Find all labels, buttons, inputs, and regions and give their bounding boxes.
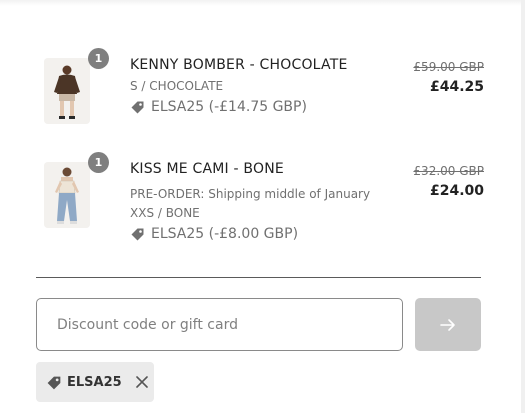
line-item: 1 KENNY BOMBER - CHOCOLATE S / CHOCOLATE…: [44, 48, 484, 128]
tag-icon: [131, 101, 144, 114]
price-block: £59.00 GBP £44.25: [413, 59, 484, 96]
line-item-info: KENNY BOMBER - CHOCOLATE S / CHOCOLATE E…: [130, 56, 380, 116]
quantity-badge: 1: [88, 152, 109, 173]
panel-edge: [521, 0, 525, 413]
item-discount-label: ELSA25 (-£14.75 GBP): [151, 99, 307, 115]
product-thumbnail: [44, 162, 90, 228]
product-title: KISS ME CAMI - BONE: [130, 161, 284, 177]
item-discount: ELSA25 (-£8.00 GBP): [130, 225, 380, 243]
applied-code-label: ELSA25: [67, 374, 122, 390]
arrow-right-icon: [440, 318, 455, 331]
original-price: £59.00 GBP: [413, 60, 484, 74]
applied-discount-chip: ELSA25: [36, 362, 154, 402]
price-block: £32.00 GBP £24.00: [413, 163, 484, 200]
item-discount-label: ELSA25 (-£8.00 GBP): [151, 226, 299, 242]
apply-discount-button[interactable]: [415, 298, 481, 351]
discount-code-input[interactable]: [36, 298, 403, 351]
line-item: 1 KISS ME CAMI - BONE PRE-ORDER: Shippin…: [44, 152, 484, 250]
product-title: KENNY BOMBER - CHOCOLATE: [130, 57, 348, 73]
tag-icon: [131, 228, 144, 241]
product-thumbnail: [44, 58, 90, 124]
product-photo-cami-icon: [44, 162, 90, 228]
close-icon[interactable]: [135, 375, 149, 389]
item-discount: ELSA25 (-£14.75 GBP): [130, 98, 380, 116]
section-divider: [36, 277, 481, 278]
product-variant: S / CHOCOLATE: [130, 79, 224, 93]
final-price: £44.25: [429, 79, 484, 95]
line-item-info: KISS ME CAMI - BONE PRE-ORDER: Shipping …: [130, 160, 380, 243]
final-price: £24.00: [429, 183, 484, 199]
tag-icon: [47, 376, 61, 389]
product-photo-bomber-icon: [44, 58, 90, 124]
quantity-badge: 1: [88, 48, 109, 69]
original-price: £32.00 GBP: [413, 164, 484, 178]
order-summary: 1 KENNY BOMBER - CHOCOLATE S / CHOCOLATE…: [0, 0, 525, 413]
preorder-note: PRE-ORDER: Shipping middle of January: [130, 187, 371, 201]
product-variant: XXS / BONE: [130, 206, 200, 220]
top-shadow: [0, 0, 525, 6]
